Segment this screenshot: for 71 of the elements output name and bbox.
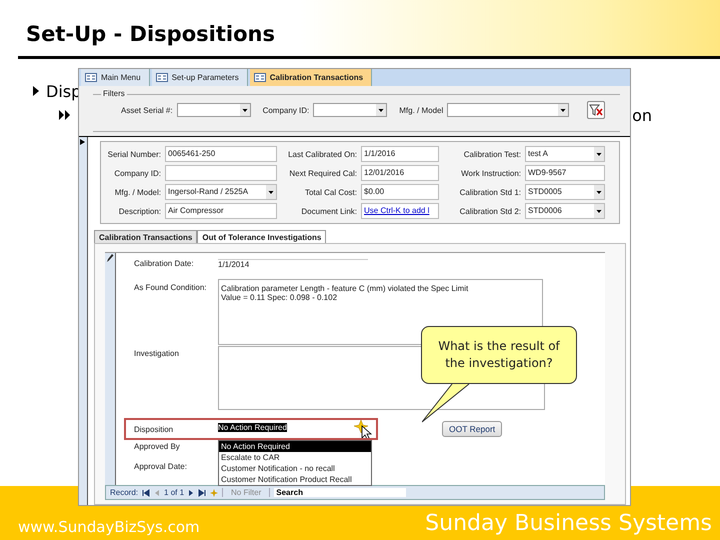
field-label: Disposition xyxy=(134,424,174,434)
field-input[interactable] xyxy=(165,165,277,181)
field-input[interactable]: $0.00 xyxy=(361,184,439,200)
document-tab[interactable]: Main Menu xyxy=(81,69,150,86)
bullet-text: on xyxy=(632,106,652,124)
field-input[interactable]: STD0006 xyxy=(525,203,605,219)
pencil-icon xyxy=(105,253,114,263)
filter-label: Company ID: xyxy=(262,106,310,114)
sparkle-cursor-icon xyxy=(352,418,374,440)
record-position[interactable]: 1 of 1 xyxy=(164,488,184,497)
field-input[interactable]: Ingersol-Rand / 2525A xyxy=(165,184,277,200)
first-record-icon[interactable] xyxy=(142,488,150,496)
oot-report-button[interactable]: OOT Report xyxy=(442,421,502,437)
form-icon xyxy=(254,73,266,82)
document-tab[interactable]: Set-up Parameters xyxy=(152,69,248,86)
company-name: Sunday Business Systems xyxy=(425,511,712,536)
field-input[interactable]: STD0005 xyxy=(525,184,605,200)
field-label: Company ID: xyxy=(113,168,161,178)
filter-label: Asset Serial #: xyxy=(121,106,173,114)
bullet-triangle-icon xyxy=(32,85,40,97)
field-label: Document Link: xyxy=(300,206,357,216)
record-selector[interactable] xyxy=(79,137,88,505)
slide-title: Set-Up - Dispositions xyxy=(25,21,275,48)
field-label: As Found Condition: xyxy=(134,282,208,294)
clear-filter-button[interactable] xyxy=(587,101,606,119)
subform-tab[interactable]: Out of Tolerance Investigations xyxy=(197,230,326,243)
field-label: Description: xyxy=(118,206,161,216)
field-label: Calibration Test: xyxy=(462,150,521,158)
field-label: Total Cal Cost: xyxy=(304,188,357,196)
dropdown-option[interactable]: Customer Notification Product Recall xyxy=(219,474,371,485)
search-field[interactable]: Search xyxy=(274,488,406,497)
field-label: Last Calibrated On: xyxy=(287,150,357,158)
nav-label: Record: xyxy=(110,488,138,497)
field-label: Calibration Date: xyxy=(134,259,195,270)
bullet-double-triangle-icon xyxy=(58,109,72,121)
document-tab[interactable]: Calibration Transactions xyxy=(250,69,372,86)
date-field[interactable]: 1/1/2014 xyxy=(218,259,368,272)
website-text: www.SundayBizSys.com xyxy=(18,518,200,536)
dropdown-option[interactable]: Customer Notification - no recall xyxy=(219,463,371,474)
field-input[interactable]: Air Compressor xyxy=(165,203,277,219)
filter-dropdown[interactable] xyxy=(313,103,388,117)
filter-dropdown[interactable] xyxy=(176,103,251,117)
funnel-x-icon xyxy=(589,104,604,116)
field-input[interactable]: WD9-9567 xyxy=(525,165,605,181)
last-record-icon[interactable] xyxy=(198,488,206,496)
group-title: Filters xyxy=(101,89,127,98)
field-label: Calibration Std 1: xyxy=(458,188,521,196)
field-label: Investigation xyxy=(134,348,180,360)
record-selector[interactable] xyxy=(105,253,116,485)
filter-dropdown[interactable] xyxy=(447,103,570,117)
form-icon xyxy=(85,73,97,82)
field-label: Work Instruction: xyxy=(460,168,521,178)
field-label: Approval Date: xyxy=(134,462,188,473)
triangle-icon xyxy=(79,137,86,147)
field-input[interactable]: 1/1/2016 xyxy=(361,146,439,162)
next-record-icon[interactable] xyxy=(188,488,194,496)
field-label: Calibration Std 2: xyxy=(458,206,521,216)
form-icon xyxy=(156,73,168,82)
field-label: Approved By xyxy=(134,442,181,453)
field-input[interactable]: Use Ctrl-K to add l xyxy=(361,203,439,219)
field-label: Mfg. / Model: xyxy=(114,188,161,196)
field-label: Serial Number: xyxy=(106,150,161,158)
subform-tab[interactable]: Calibration Transactions xyxy=(94,230,198,243)
field-input[interactable]: 0065461-250 xyxy=(165,146,277,162)
filter-label: Mfg. / Model xyxy=(399,106,444,114)
field-input[interactable]: test A xyxy=(525,146,605,162)
dropdown-option[interactable]: Escalate to CAR xyxy=(219,452,371,463)
dropdown-option[interactable]: No Action Required xyxy=(219,441,371,452)
field-input[interactable]: 12/01/2016 xyxy=(361,165,439,181)
field-label: Next Required Cal: xyxy=(288,168,357,178)
disposition-dropdown[interactable]: No Action Required xyxy=(218,423,338,435)
